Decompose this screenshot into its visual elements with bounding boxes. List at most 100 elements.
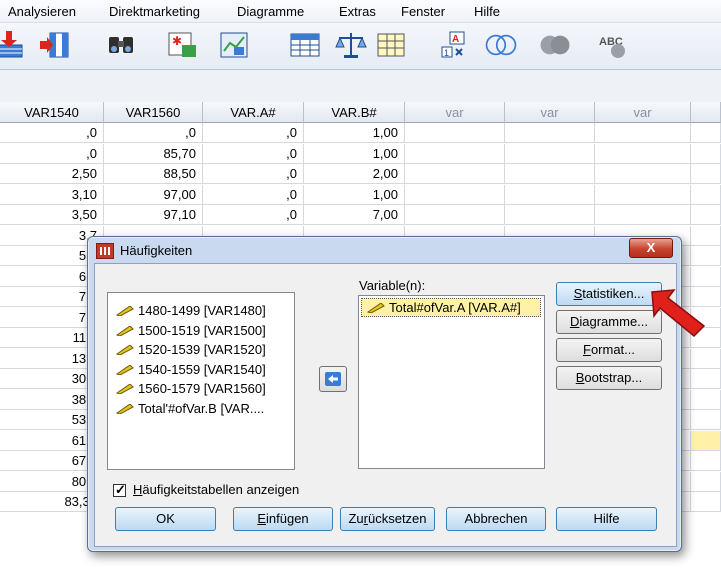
- table-cell[interactable]: [405, 184, 505, 205]
- value-labels-icon[interactable]: [288, 29, 322, 61]
- table-cell[interactable]: [691, 246, 721, 266]
- cancel-button[interactable]: Abbrechen: [446, 507, 546, 531]
- variable-sets-icon[interactable]: [374, 29, 408, 61]
- table-cell[interactable]: [595, 123, 691, 143]
- source-variable-list[interactable]: 1480-1499 [VAR1480] 1500-1519 [VAR1500] 15…: [107, 292, 295, 470]
- table-cell[interactable]: [405, 205, 505, 225]
- table-cell[interactable]: [691, 348, 721, 369]
- table-cell[interactable]: [405, 123, 505, 143]
- list-item-label: 1520-1539 [VAR1520]: [138, 342, 266, 357]
- table-cell[interactable]: [505, 143, 595, 164]
- table-cell[interactable]: 1,00: [304, 143, 405, 164]
- insert-variable-icon[interactable]: [38, 29, 72, 61]
- table-cell[interactable]: [505, 123, 595, 143]
- menu-help[interactable]: Hilfe: [474, 4, 500, 19]
- column-header[interactable]: VAR.A#: [203, 102, 304, 123]
- table-cell[interactable]: ,0: [203, 123, 304, 143]
- dialog-titlebar[interactable]: Häufigkeiten X: [88, 237, 681, 263]
- menu-analyze[interactable]: Analysieren: [8, 4, 76, 19]
- table-cell[interactable]: [691, 266, 721, 287]
- find-icon[interactable]: [104, 29, 138, 61]
- table-cell[interactable]: [595, 205, 691, 225]
- frequency-tables-checkbox[interactable]: ✓: [113, 482, 126, 497]
- table-cell[interactable]: 3,50: [0, 205, 104, 225]
- use-sets-icon[interactable]: A 1: [438, 29, 472, 61]
- reset-button[interactable]: Zurücksetzen: [340, 507, 435, 531]
- table-cell[interactable]: [691, 471, 721, 492]
- table-cell[interactable]: [691, 225, 721, 246]
- column-header[interactable]: var: [505, 102, 595, 123]
- table-cell[interactable]: [691, 184, 721, 205]
- table-cell[interactable]: [691, 410, 721, 430]
- target-item[interactable]: Total#ofVar.A [VAR.A#]: [361, 298, 541, 317]
- table-cell[interactable]: ,0: [104, 123, 203, 143]
- table-cell[interactable]: ,0: [203, 184, 304, 205]
- table-cell[interactable]: [691, 123, 721, 143]
- column-header[interactable]: VAR1540: [0, 102, 104, 123]
- menu-direct-marketing[interactable]: Direktmarketing: [109, 4, 200, 19]
- table-cell[interactable]: ,0: [0, 143, 104, 164]
- table-cell[interactable]: [691, 389, 721, 410]
- table-cell[interactable]: [595, 143, 691, 164]
- table-cell[interactable]: 88,50: [104, 164, 203, 184]
- move-variable-button[interactable]: [319, 366, 347, 392]
- table-cell[interactable]: [691, 451, 721, 471]
- menu-graphs[interactable]: Diagramme: [237, 4, 304, 19]
- table-cell[interactable]: [691, 205, 721, 225]
- table-cell[interactable]: 97,00: [104, 184, 203, 205]
- table-cell[interactable]: [691, 143, 721, 164]
- menu-window[interactable]: Fenster: [401, 4, 445, 19]
- table-cell[interactable]: 97,10: [104, 205, 203, 225]
- format-button[interactable]: Format...: [556, 338, 662, 362]
- table-cell[interactable]: 7,00: [304, 205, 405, 225]
- table-cell[interactable]: [691, 430, 721, 451]
- column-header[interactable]: [691, 102, 721, 123]
- table-cell[interactable]: ,0: [203, 205, 304, 225]
- table-cell[interactable]: ,0: [203, 164, 304, 184]
- charts-button[interactable]: Diagramme...: [556, 310, 662, 334]
- column-header[interactable]: var: [595, 102, 691, 123]
- table-cell[interactable]: ,0: [0, 123, 104, 143]
- bootstrap-button[interactable]: Bootstrap...: [556, 366, 662, 390]
- weight-cases-icon[interactable]: [334, 29, 368, 61]
- select-cases-icon[interactable]: [218, 29, 252, 61]
- target-variable-list[interactable]: Total#ofVar.A [VAR.A#]: [358, 295, 545, 469]
- help-button[interactable]: Hilfe: [556, 507, 657, 531]
- list-item[interactable]: 1540-1559 [VAR1540]: [116, 360, 266, 379]
- split-file-icon[interactable]: ✱: [166, 29, 200, 61]
- table-cell[interactable]: [505, 164, 595, 184]
- list-item[interactable]: Total'#ofVar.B [VAR....: [116, 399, 264, 418]
- column-header[interactable]: VAR1560: [104, 102, 203, 123]
- menu-utilities[interactable]: Extras: [339, 4, 376, 19]
- table-cell[interactable]: [691, 164, 721, 184]
- close-button[interactable]: X: [629, 238, 673, 258]
- statistics-button[interactable]: Statistiken...: [556, 282, 662, 306]
- table-cell[interactable]: [691, 492, 721, 512]
- table-cell[interactable]: [595, 164, 691, 184]
- list-item[interactable]: 1560-1579 [VAR1560]: [116, 379, 266, 398]
- table-cell[interactable]: [595, 184, 691, 205]
- table-cell[interactable]: 1,00: [304, 123, 405, 143]
- paste-button[interactable]: Einfügen: [233, 507, 333, 531]
- table-cell[interactable]: [691, 369, 721, 389]
- table-cell[interactable]: 3,10: [0, 184, 104, 205]
- column-header[interactable]: VAR.B#: [304, 102, 405, 123]
- spell-check-icon[interactable]: ABC: [596, 29, 630, 61]
- table-cell[interactable]: 85,70: [104, 143, 203, 164]
- table-cell[interactable]: 2,00: [304, 164, 405, 184]
- venn-icon[interactable]: [484, 29, 518, 61]
- list-item[interactable]: 1520-1539 [VAR1520]: [116, 340, 266, 359]
- column-header[interactable]: var: [405, 102, 505, 123]
- insert-cases-icon[interactable]: [0, 29, 28, 61]
- list-item[interactable]: 1480-1499 [VAR1480]: [116, 301, 266, 320]
- table-cell[interactable]: 2,50: [0, 164, 104, 184]
- table-cell[interactable]: [505, 184, 595, 205]
- list-item[interactable]: 1500-1519 [VAR1500]: [116, 321, 266, 340]
- table-cell[interactable]: [405, 143, 505, 164]
- table-cell[interactable]: 1,00: [304, 184, 405, 205]
- show-all-icon[interactable]: [538, 29, 572, 61]
- table-cell[interactable]: ,0: [203, 143, 304, 164]
- ok-button[interactable]: OK: [115, 507, 216, 531]
- table-cell[interactable]: [505, 205, 595, 225]
- table-cell[interactable]: [405, 164, 505, 184]
